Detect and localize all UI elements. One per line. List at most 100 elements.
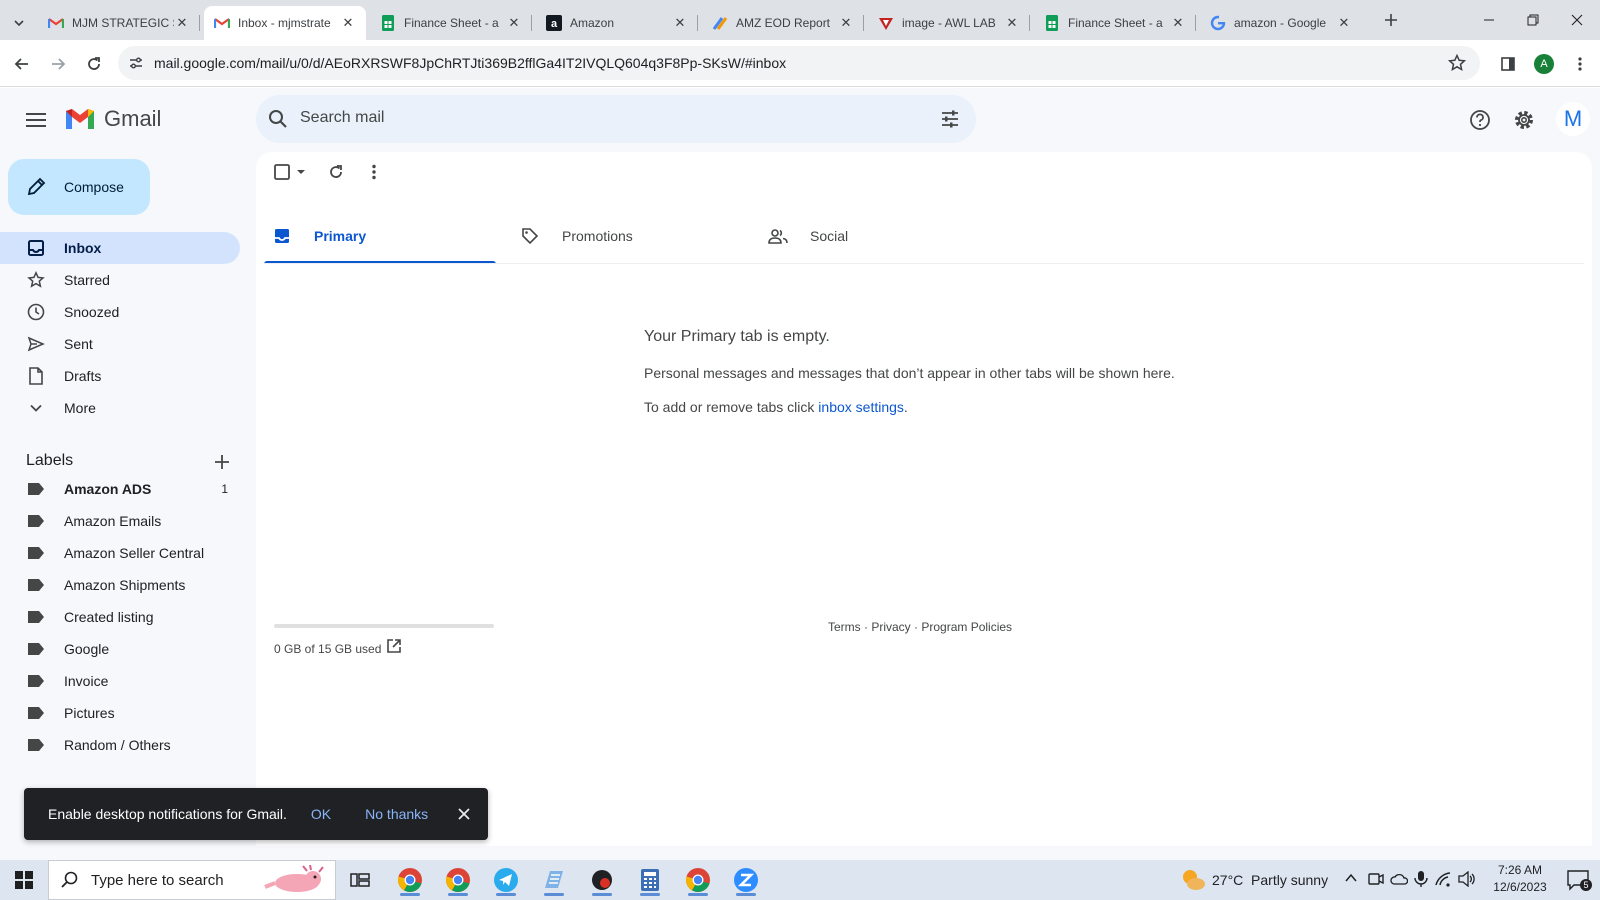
main-menu-button[interactable] [22,108,50,132]
back-button[interactable] [8,50,36,78]
label-icon [26,735,46,755]
label-item[interactable]: Random / Others [0,729,240,761]
taskbar-chrome-app[interactable] [678,864,718,896]
toast-ok-button[interactable]: OK [311,806,331,822]
nav-label: Sent [64,336,93,352]
tab-social[interactable]: Social [760,208,992,264]
tab-promotions[interactable]: Promotions [512,208,744,264]
toast-no-thanks-button[interactable]: No thanks [365,806,428,822]
profile-button[interactable]: A [1530,50,1558,78]
label-item[interactable]: Pictures [0,697,240,729]
more-actions-button[interactable] [362,160,386,184]
nav-label: Snoozed [64,304,120,320]
browser-tab-active[interactable]: Inbox - mjmstrate ✕ [204,6,366,40]
new-tab-button[interactable] [1374,0,1408,40]
url-text[interactable]: mail.google.com/mail/u/0/d/AEoRXRSWF8JpC… [154,55,786,71]
taskbar-zoom-app[interactable] [726,864,766,896]
taskbar-recorder-app[interactable] [582,864,622,896]
label-item[interactable]: Amazon Shipments [0,569,240,601]
label-item[interactable]: Amazon Emails [0,505,240,537]
compose-button[interactable]: Compose [8,159,150,215]
close-tab-icon[interactable]: ✕ [1170,15,1186,31]
pencil-icon [26,177,46,197]
side-panel-button[interactable] [1494,50,1522,78]
browser-tab[interactable]: MJM STRATEGIC S ✕ [38,6,200,40]
chevron-up-icon[interactable] [1344,871,1358,888]
nav-item-drafts[interactable]: Drafts [0,360,240,392]
account-avatar[interactable]: M [1556,102,1590,136]
close-tab-icon[interactable]: ✕ [174,15,190,31]
wifi-icon[interactable] [1434,871,1452,890]
volume-icon[interactable] [1458,870,1476,890]
microphone-icon[interactable] [1414,871,1428,890]
tab-search-button[interactable] [0,6,38,40]
nav-item-more[interactable]: More [0,392,240,424]
gmail-logo[interactable]: Gmail [64,106,161,132]
tab-primary[interactable]: Primary [264,208,496,264]
search-input[interactable] [300,109,900,127]
close-tab-icon[interactable]: ✕ [340,15,356,31]
close-tab-icon[interactable]: ✕ [838,15,854,31]
taskbar-chrome-app[interactable] [438,864,478,896]
browser-tab[interactable]: a Amazon ✕ [536,6,698,40]
draft-icon [26,366,46,386]
settings-button[interactable] [1510,106,1538,134]
close-icon[interactable] [454,804,474,824]
browser-tab[interactable]: AMZ EOD Report ✕ [702,6,864,40]
browser-tab[interactable]: Finance Sheet - a ✕ [1034,6,1196,40]
restore-button[interactable] [1510,0,1556,40]
site-settings-icon[interactable] [128,55,144,76]
empty-state-hint: To add or remove tabs click inbox settin… [644,399,908,415]
taskbar-notepad-app[interactable] [534,864,574,896]
label-item[interactable]: Invoice [0,665,240,697]
browser-menu-button[interactable] [1566,50,1594,78]
address-bar[interactable]: mail.google.com/mail/u/0/d/AEoRXRSWF8JpC… [118,46,1480,80]
reload-button[interactable] [80,50,108,78]
search-options-icon[interactable] [940,109,960,134]
browser-tab[interactable]: Finance Sheet - a ✕ [370,6,532,40]
create-label-button[interactable] [210,450,234,474]
label-item[interactable]: Amazon Seller Central [0,537,240,569]
close-tab-icon[interactable]: ✕ [672,15,688,31]
refresh-button[interactable] [324,160,348,184]
nav-item-starred[interactable]: Starred [0,264,240,296]
search-bar[interactable] [256,95,976,143]
terms-link[interactable]: Terms [828,620,861,634]
label-icon [26,575,46,595]
privacy-link[interactable]: Privacy [871,620,910,634]
nav-item-inbox[interactable]: Inbox [0,232,240,264]
support-button[interactable] [1466,106,1494,134]
minimize-button[interactable] [1466,0,1512,40]
nav-item-snoozed[interactable]: Snoozed [0,296,240,328]
inbox-settings-link[interactable]: inbox settings [818,399,904,415]
select-all-checkbox[interactable] [272,160,310,184]
weather-text[interactable]: 27°C Partly sunny [1212,872,1328,888]
label-item[interactable]: Google [0,633,240,665]
bookmark-star-icon[interactable] [1447,53,1467,77]
meet-now-icon[interactable] [1368,871,1384,890]
label-item[interactable]: Created listing [0,601,240,633]
taskbar-telegram-app[interactable] [486,864,526,896]
taskbar-calculator-app[interactable] [630,864,670,896]
close-tab-icon[interactable]: ✕ [1004,15,1020,31]
close-window-button[interactable] [1554,0,1600,40]
program-policies-link[interactable]: Program Policies [921,620,1012,634]
weather-icon[interactable] [1180,868,1206,895]
taskbar-search[interactable]: Type here to search [48,860,336,900]
forward-button[interactable] [44,50,72,78]
start-button[interactable] [0,860,48,900]
notifications-icon[interactable]: 5 [1566,869,1592,894]
clock[interactable]: 7:26 AM 12/6/2023 [1484,862,1556,896]
browser-tab[interactable]: amazon - Google ✕ [1200,6,1362,40]
onedrive-icon[interactable] [1390,871,1409,890]
open-in-new-icon[interactable] [386,638,404,656]
notepad-icon [545,871,563,888]
close-tab-icon[interactable]: ✕ [1336,15,1352,31]
close-tab-icon[interactable]: ✕ [506,15,522,31]
taskbar-chrome-app[interactable] [390,864,430,896]
label-item[interactable]: Amazon ADS 1 [0,473,240,505]
nav-item-sent[interactable]: Sent [0,328,240,360]
browser-tab[interactable]: image - AWL LAB ✕ [868,6,1030,40]
task-view-button[interactable] [340,864,380,896]
search-icon[interactable] [268,109,288,134]
